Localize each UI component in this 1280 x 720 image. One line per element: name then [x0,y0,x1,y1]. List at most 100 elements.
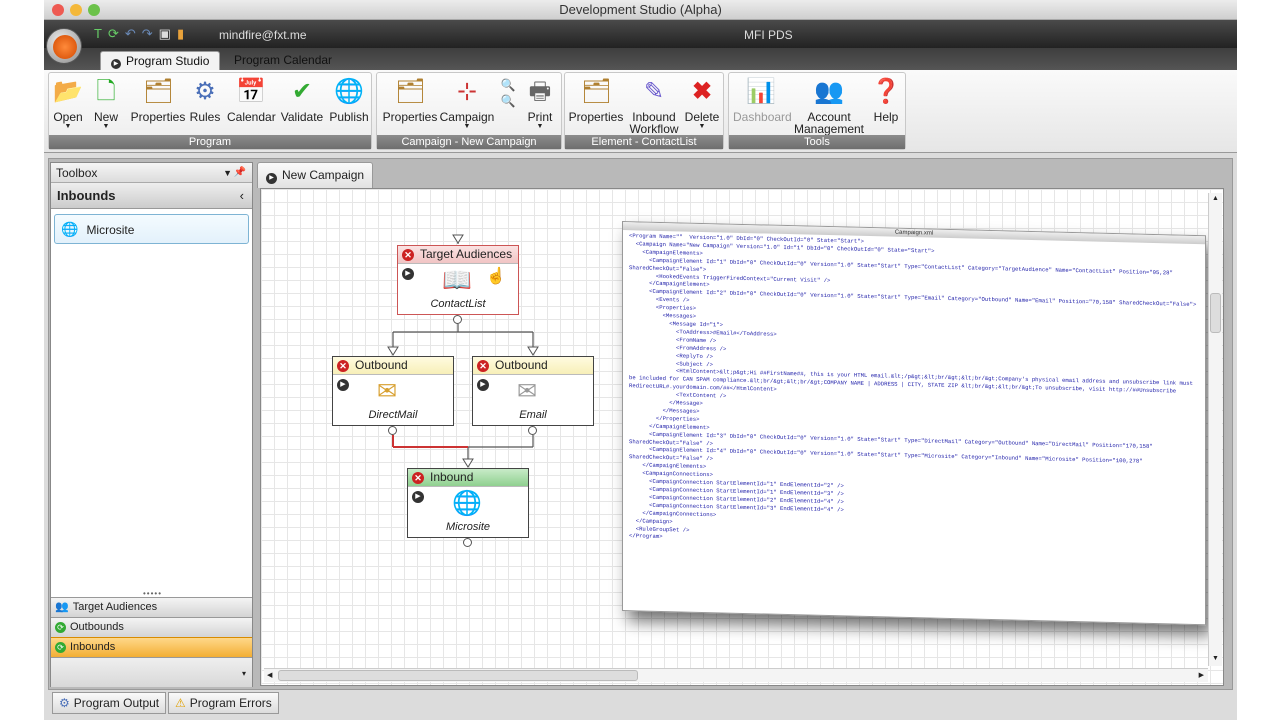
tab-label: New Campaign [282,168,365,182]
program-properties-button[interactable]: 🗂 Properties [129,77,187,123]
validate-button[interactable]: ✔ Validate [279,77,325,123]
accordion-inbounds[interactable]: ⟳ Inbounds [51,637,252,657]
overflow-arrow-icon[interactable]: ▾ [242,664,246,683]
ribbon-group-program: 📂 Open ▼ 🗋 New ▼ 🗂 Properties ⚙ Rules 📅 Calenda… [48,72,372,150]
new-button[interactable]: 🗋 New ▼ [91,77,121,131]
accordion-overflow[interactable]: ▾ [51,657,252,687]
checkmark-icon: ✔ [291,78,313,105]
xml-preview-window: Campaign.xml <Program Name="" Version="1… [622,221,1206,626]
output-port[interactable] [453,315,462,324]
horizontal-scrollbar[interactable]: ◀ ▶ [264,668,1208,682]
group-label: Program [49,135,371,149]
campaign-properties-button[interactable]: 🗂 Properties [381,77,439,123]
button-label: Rules [189,110,221,124]
ribbon-group-tools: 📊 Dashboard 👥 Account Management ❓ Help Tool… [728,72,906,150]
save-icon[interactable]: ▣ [159,26,171,42]
output-port[interactable] [528,426,537,435]
remove-node-icon[interactable]: ✕ [412,472,424,484]
zoom-in-icon[interactable]: 🔍 [499,77,517,93]
scroll-thumb[interactable] [278,670,638,681]
tab-new-campaign[interactable]: ▶ New Campaign [257,162,374,188]
play-icon[interactable]: ▶ [402,268,414,280]
ribbon-tab-strip [44,48,1237,70]
scroll-up-icon[interactable]: ▲ [1212,195,1219,202]
accordion-outbounds[interactable]: ⟳ Outbounds [51,617,252,637]
globe-icon: 🌐 [452,490,482,517]
dropdown-arrow-icon[interactable]: ▼ [223,163,232,183]
direct-mail-icon: ✉ [377,378,398,405]
group-label: Tools [729,135,905,149]
workflow-icon: ✎ [643,78,665,105]
output-port[interactable] [463,538,472,547]
hand-cursor-icon: ☝ [486,268,506,285]
close-window-icon[interactable] [52,4,64,16]
remove-node-icon[interactable]: ✕ [477,360,489,372]
help-button[interactable]: ❓ Help [869,77,903,123]
play-icon[interactable]: ▶ [337,379,349,391]
dashboard-button[interactable]: 📊 Dashboard [733,77,792,124]
tab-program-calendar[interactable]: Program Calendar [224,51,342,71]
dashboard-chart-icon: 📊 [746,78,776,105]
node-label: DirectMail [368,409,418,421]
scroll-thumb[interactable] [1210,293,1221,333]
node-target-audiences[interactable]: ✕ Target Audiences ▶ 📖 ☝ ContactList [397,245,519,315]
output-port[interactable] [388,426,397,435]
open-button[interactable]: 📂 Open ▼ [53,77,83,131]
scroll-down-icon[interactable]: ▼ [1212,655,1219,662]
tab-program-errors[interactable]: ⚠ Program Errors [168,692,279,714]
node-title: Outbound [495,358,548,372]
vertical-scrollbar[interactable]: ▲ ▼ [1208,193,1222,666]
pin-icon[interactable]: 📌 [234,163,246,183]
tab-program-studio[interactable]: ▶ Program Studio [100,51,221,71]
item-label: Microsite [86,223,135,237]
inbound-workflow-button[interactable]: ✎ Inbound Workflow [627,77,681,135]
button-label: Dashboard [733,110,792,124]
node-inbound-microsite[interactable]: ✕ Inbound ▶ 🌐 Microsite [407,468,529,538]
publish-button[interactable]: 🌐 Publish [329,77,369,123]
toolbox-section-header[interactable]: Inbounds ‹ [51,183,252,209]
toolbox-header: Toolbox ▼ 📌 [51,163,252,183]
undo-icon[interactable]: ↶ [125,26,136,42]
folder-icon[interactable]: ▮ [177,26,184,42]
play-icon[interactable]: ▶ [412,491,424,503]
button-label: Properties [130,110,186,124]
app-window: Development Studio (Alpha) T ⟳ ↶ ↷ ▣ ▮ m… [44,0,1237,720]
element-properties-button[interactable]: 🗂 Properties [567,77,625,123]
tab-program-output[interactable]: ⚙ Program Output [52,692,167,714]
play-icon[interactable]: ▶ [477,379,489,391]
ribbon-group-element: 🗂 Properties ✎ Inbound Workflow ✖ Delete ▼ El… [564,72,724,150]
accordion-label: Target Audiences [72,601,158,613]
remove-node-icon[interactable]: ✕ [337,360,349,372]
node-outbound-directmail[interactable]: ✕ Outbound ▶ ✉ DirectMail [332,356,454,426]
zoom-buttons[interactable]: 🔍 🔍 [499,77,517,109]
accordion-target-audiences[interactable]: 👥 Target Audiences [51,597,252,617]
redo-icon[interactable]: ↷ [142,26,153,42]
minimize-window-icon[interactable] [70,4,82,16]
toolbox-item-microsite[interactable]: 🌐 Microsite [54,214,249,244]
refresh-icon[interactable]: ⟳ [108,26,119,42]
zoom-window-icon[interactable] [88,4,100,16]
calendar-button[interactable]: 📅 Calendar [227,77,276,123]
text-tool-icon[interactable]: T [94,26,102,42]
scroll-left-icon[interactable]: ◀ [267,671,272,679]
remove-node-icon[interactable]: ✕ [402,249,414,261]
print-button[interactable]: 🖶 Print ▼ [523,77,557,131]
printer-icon: 🖶 [528,78,552,105]
button-label: Validate [280,110,324,124]
button-label: Delete [684,110,720,124]
zoom-out-icon[interactable]: 🔍 [499,93,517,109]
delete-button[interactable]: ✖ Delete ▼ [683,77,721,131]
node-outbound-email[interactable]: ✕ Outbound ▶ ✉ Email [472,356,594,426]
rules-button[interactable]: ⚙ Rules [189,77,221,123]
collapse-chevron-icon[interactable]: ‹ [240,183,244,209]
xml-title-text: Campaign.xml [894,229,934,237]
campaign-button[interactable]: ⊹ Campaign ▼ [439,77,495,131]
app-menu-orb-icon[interactable] [46,28,82,64]
tab-label: Program Studio [126,54,210,68]
account-management-button[interactable]: 👥 Account Management [793,77,865,135]
warning-icon: ⚠ [175,696,186,710]
node-header: ✕ Outbound [333,357,453,375]
inbound-icon: ⟳ [55,642,66,653]
scroll-right-icon[interactable]: ▶ [1199,671,1204,679]
user-email: mindfire@fxt.me [219,28,307,42]
